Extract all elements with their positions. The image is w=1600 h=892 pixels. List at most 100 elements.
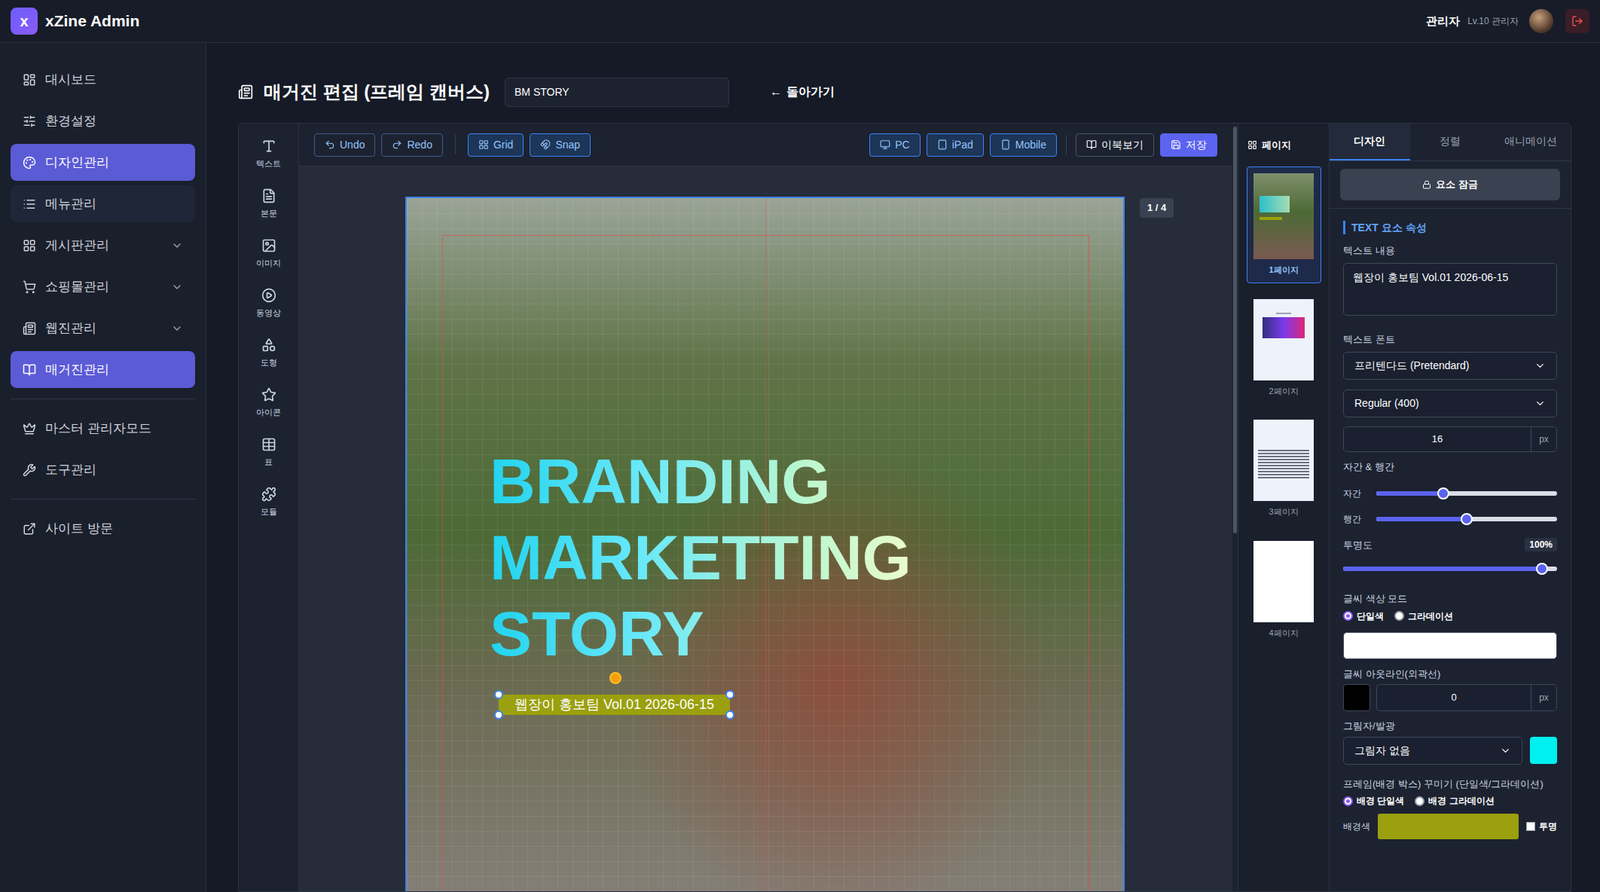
shadow-select[interactable]: 그림자 없음 [1343, 736, 1523, 765]
tool-item[interactable]: 아이콘 [238, 378, 299, 428]
chevron-down-icon [1499, 745, 1512, 757]
toolbar-button-icon [1170, 139, 1182, 150]
canvas-scrollbar[interactable] [1232, 123, 1238, 892]
sidebar-item[interactable]: 디자인관리 [10, 143, 196, 181]
page-item[interactable]: 3페이지 [1246, 412, 1322, 526]
sidebar-item[interactable]: 마스터 관리자모드 [10, 409, 196, 447]
sidebar-item[interactable]: 게시판관리 [10, 226, 196, 264]
text-content-input[interactable]: 웹장이 홍보팀 Vol.01 2026-06-15 [1343, 262, 1558, 316]
toolbar-button[interactable]: 이북보기 [1075, 133, 1155, 157]
text-color-swatch[interactable] [1343, 632, 1558, 660]
toolbar-button[interactable]: Redo [381, 133, 443, 157]
slider-thumb[interactable] [1437, 487, 1450, 500]
radio-circle [1414, 796, 1425, 807]
radio-option[interactable]: 배경 단일색 [1343, 793, 1405, 808]
logout-button[interactable] [1565, 9, 1590, 34]
resize-handle[interactable] [494, 690, 504, 700]
radio-option[interactable]: 배경 그라데이션 [1414, 793, 1494, 808]
panel-tab[interactable]: 디자인 [1329, 123, 1411, 161]
grid-icon [1247, 140, 1258, 150]
field-label: 프레임(배경 박스) 꾸미기 (단일색/그라데이션) [1343, 776, 1558, 792]
lock-button-label: 요소 잠금 [1435, 177, 1478, 193]
field-label: 텍스트 폰트 [1343, 332, 1558, 348]
toolbar-button[interactable]: Undo [314, 133, 376, 157]
number-input[interactable]: 0px [1376, 683, 1558, 712]
sidebar-item[interactable]: 대시보드 [10, 61, 196, 98]
magazine-name-input[interactable]: BM STORY [504, 77, 730, 107]
sidebar-item[interactable]: 메뉴관리 [10, 185, 196, 223]
tool-item[interactable]: 이미지 [238, 229, 299, 279]
tool-icon [261, 188, 277, 204]
resize-handle[interactable] [494, 710, 504, 720]
panel-tab[interactable]: 정렬 [1410, 123, 1491, 161]
tool-item[interactable]: 표 [238, 427, 299, 478]
headline-line: MARKETTING [489, 519, 912, 596]
slider[interactable] [1376, 512, 1558, 526]
page-item[interactable]: 1페이지 [1246, 166, 1322, 284]
toolbar-divider [1065, 134, 1067, 155]
slider-thumb[interactable] [1535, 562, 1549, 575]
page-item[interactable]: 4페이지 [1246, 534, 1322, 647]
shadow-color-swatch[interactable] [1529, 736, 1558, 764]
user-area: 관리자Lv.10 관리자 [1425, 9, 1590, 34]
transparent-checkbox[interactable]: 투명 [1526, 819, 1558, 834]
toolbar-button[interactable]: iPad [926, 133, 984, 157]
logo-icon: x [10, 7, 38, 35]
pages-panel: 페이지1페이지2페이지3페이지4페이지 [1237, 123, 1329, 892]
outline-color-swatch[interactable] [1343, 683, 1371, 712]
sidebar-item[interactable]: 쇼핑몰관리 [10, 268, 196, 306]
resize-handle[interactable] [725, 710, 735, 720]
slider[interactable] [1376, 487, 1558, 500]
headline-text[interactable]: BRANDINGMARKETTINGSTORY [489, 443, 912, 672]
slider[interactable] [1343, 562, 1558, 575]
toolbar-button[interactable]: Grid [467, 133, 524, 157]
avatar-icon[interactable] [1529, 9, 1554, 34]
slider-thumb[interactable] [1460, 512, 1473, 526]
checkbox-label: 투명 [1538, 819, 1558, 834]
sidebar-item[interactable]: 매거진관리 [10, 351, 196, 388]
radio-label: 그라데이션 [1407, 609, 1454, 623]
thumbnail-title-block [1259, 195, 1290, 213]
toolbar-button-label: 이북보기 [1101, 137, 1144, 153]
tool-item[interactable]: 텍스트 [238, 129, 299, 180]
toolbar-button[interactable]: Snap [529, 133, 591, 157]
resize-handle[interactable] [725, 690, 735, 700]
tool-item[interactable]: 동영상 [238, 278, 299, 329]
font-family-select[interactable]: 프리텐다드 (Pretendard) [1343, 351, 1558, 380]
unit-label: px [1530, 427, 1557, 452]
toolbar-button-label: Mobile [1015, 137, 1047, 153]
tool-icon [261, 287, 277, 303]
toolbar-button[interactable]: PC [869, 133, 920, 157]
sidebar-item-label: 사이트 방문 [45, 519, 184, 539]
font-family-row: 프리텐다드 (Pretendard) [1343, 351, 1558, 380]
chevron-down-icon [170, 239, 184, 252]
toolbar-button[interactable]: 저장 [1160, 133, 1218, 157]
radio-option[interactable]: 그라데이션 [1394, 609, 1454, 623]
tool-item[interactable]: 본문 [238, 179, 299, 230]
sidebar-item[interactable]: 환경설정 [10, 102, 196, 140]
sidebar-item-icon [22, 522, 37, 536]
radio-option[interactable]: 단일색 [1343, 609, 1384, 623]
back-link[interactable]: ←돌아가기 [769, 82, 835, 101]
lock-button[interactable]: 요소 잠금 [1340, 168, 1561, 201]
thumbnail-line [1258, 476, 1310, 479]
sidebar-item[interactable]: 사이트 방문 [10, 509, 196, 547]
brand[interactable]: xxZine Admin [10, 7, 140, 35]
panel-tab[interactable]: 애니메이션 [1490, 123, 1571, 161]
tool-label: 표 [264, 455, 273, 469]
tool-item[interactable]: 도형 [238, 328, 299, 379]
toolbar-button[interactable]: Mobile [989, 133, 1057, 157]
sidebar-item[interactable]: 웹진관리 [10, 309, 196, 347]
number-input[interactable]: 16px [1343, 426, 1558, 452]
caption-element[interactable]: 웹장이 홍보팀 Vol.01 2026-06-15 [498, 694, 730, 715]
scrollbar-thumb[interactable] [1233, 126, 1237, 534]
sidebar-item[interactable]: 도구관리 [10, 451, 196, 489]
rotate-handle[interactable] [609, 671, 622, 684]
magazine-page[interactable]: BRANDINGMARKETTINGSTORY 웹장이 홍보팀 Vol.01 20… [405, 196, 1125, 892]
radio-label: 단일색 [1356, 609, 1384, 623]
tool-item[interactable]: 모듈 [238, 477, 299, 528]
toolbar-left: UndoRedo GridSnap [314, 133, 591, 157]
background-color-swatch[interactable] [1377, 813, 1519, 840]
page-item[interactable]: 2페이지 [1246, 292, 1322, 405]
font-weight-select[interactable]: Regular (400) [1343, 389, 1558, 418]
